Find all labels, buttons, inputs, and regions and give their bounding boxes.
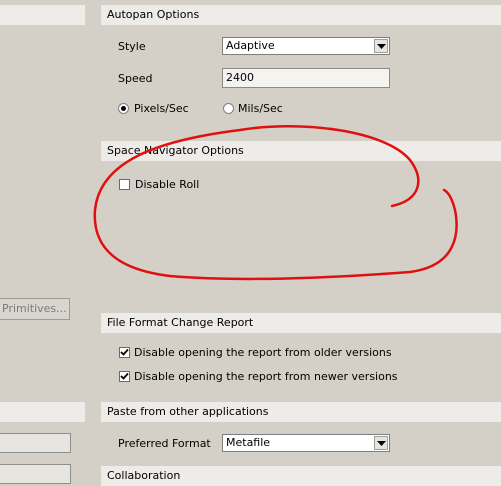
older-versions-label[interactable]: Disable opening the report from older ve… (134, 346, 392, 359)
paste-header: Paste from other applications (101, 402, 501, 422)
style-select-value: Adaptive (226, 39, 275, 52)
primitives-button[interactable]: Primitives... (0, 298, 70, 320)
left-field-2[interactable] (0, 464, 71, 484)
radio-pixels-sec-label[interactable]: Pixels/Sec (134, 102, 189, 115)
radio-pixels-sec[interactable] (118, 103, 129, 114)
style-label: Style (118, 40, 146, 53)
disable-roll-label[interactable]: Disable Roll (135, 178, 199, 191)
speed-input[interactable]: 2400 (222, 68, 390, 88)
speed-input-value: 2400 (226, 71, 254, 84)
file-format-header-label: File Format Change Report (107, 316, 254, 329)
older-versions-checkbox[interactable] (119, 347, 130, 358)
left-section-header-top (0, 5, 85, 25)
radio-mils-sec-label[interactable]: Mils/Sec (238, 102, 283, 115)
radio-mils-sec[interactable] (223, 103, 234, 114)
radio-selected-dot-icon (121, 106, 126, 111)
left-section-header-bottom (0, 402, 85, 422)
disable-roll-checkbox[interactable] (119, 179, 130, 190)
autopan-header: Autopan Options (101, 5, 501, 25)
checkmark-icon (120, 348, 129, 356)
space-nav-header-label: Space Navigator Options (107, 144, 244, 157)
left-field-1[interactable] (0, 433, 71, 453)
preferred-format-value: Metafile (226, 436, 271, 449)
newer-versions-checkbox[interactable] (119, 371, 130, 382)
checkmark-icon (120, 372, 129, 380)
chevron-down-icon[interactable] (374, 39, 388, 53)
collaboration-header-label: Collaboration (107, 469, 181, 482)
space-nav-header: Space Navigator Options (101, 141, 501, 161)
preferred-format-label: Preferred Format (118, 437, 211, 450)
file-format-header: File Format Change Report (101, 313, 501, 333)
autopan-header-label: Autopan Options (107, 8, 200, 21)
preferred-format-select[interactable]: Metafile (222, 434, 390, 452)
collaboration-header: Collaboration (101, 466, 501, 486)
paste-header-label: Paste from other applications (107, 405, 269, 418)
newer-versions-label[interactable]: Disable opening the report from newer ve… (134, 370, 398, 383)
speed-label: Speed (118, 72, 153, 85)
style-select[interactable]: Adaptive (222, 37, 390, 55)
primitives-button-label: Primitives... (2, 302, 67, 315)
chevron-down-icon[interactable] (374, 436, 388, 450)
